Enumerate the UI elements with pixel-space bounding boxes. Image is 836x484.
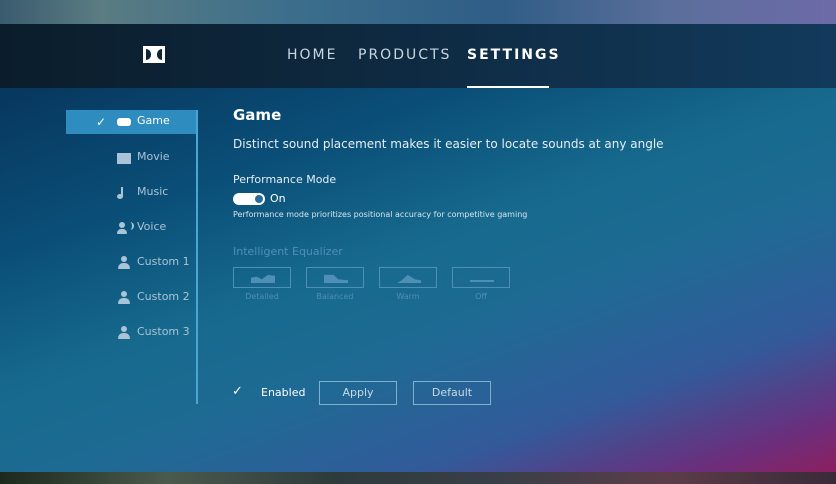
background-strip-bottom xyxy=(0,472,836,484)
toggle-state-label: On xyxy=(270,192,286,205)
eq-caption-off: Off xyxy=(475,292,487,301)
sidebar-item-custom-3[interactable]: Custom 3 xyxy=(66,321,196,345)
gamepad-icon xyxy=(117,118,131,126)
user-icon xyxy=(117,256,133,270)
eq-curve-icon xyxy=(324,274,348,283)
sidebar-item-label: Music xyxy=(137,185,169,198)
toggle-knob xyxy=(255,195,263,203)
sidebar-item-movie[interactable]: Movie xyxy=(66,146,196,170)
enabled-checkmark-icon[interactable]: ✓ xyxy=(232,384,243,399)
sidebar-item-music[interactable]: Music xyxy=(66,181,196,205)
dolby-logo-icon[interactable] xyxy=(143,46,165,63)
sidebar-item-label: Custom 2 xyxy=(137,290,190,303)
checkmark-icon: ✓ xyxy=(96,115,107,129)
eq-caption-detailed: Detailed xyxy=(245,292,279,301)
eq-option-warm[interactable] xyxy=(379,267,437,288)
eq-flat-line-icon xyxy=(470,280,494,282)
nav-settings[interactable]: SETTINGS xyxy=(467,47,561,63)
sidebar-item-custom-1[interactable]: Custom 1 xyxy=(66,251,196,275)
eq-option-off[interactable] xyxy=(452,267,510,288)
music-note-icon xyxy=(117,186,133,200)
default-button[interactable]: Default xyxy=(413,381,491,405)
apply-button[interactable]: Apply xyxy=(319,381,397,405)
eq-curve-icon xyxy=(397,274,421,283)
sidebar-divider xyxy=(196,110,198,404)
sidebar-item-label: Custom 3 xyxy=(137,325,190,338)
sidebar-item-custom-2[interactable]: Custom 2 xyxy=(66,286,196,310)
sidebar-item-label: Movie xyxy=(137,150,170,163)
performance-mode-toggle[interactable] xyxy=(233,193,265,205)
eq-option-detailed[interactable] xyxy=(233,267,291,288)
enabled-label: Enabled xyxy=(261,386,306,399)
eq-caption-warm: Warm xyxy=(396,292,420,301)
sidebar-item-game[interactable]: ✓ Game xyxy=(66,110,196,134)
film-icon xyxy=(117,153,131,164)
top-nav: HOME PRODUCTS SETTINGS xyxy=(0,24,836,88)
voice-icon xyxy=(117,221,134,235)
sidebar-item-voice[interactable]: Voice xyxy=(66,216,196,240)
user-icon xyxy=(117,326,133,340)
equalizer-label: Intelligent Equalizer xyxy=(233,245,343,258)
profile-description: Distinct sound placement makes it easier… xyxy=(233,137,664,151)
eq-caption-balanced: Balanced xyxy=(316,292,354,301)
nav-home[interactable]: HOME xyxy=(287,47,337,63)
eq-option-balanced[interactable] xyxy=(306,267,364,288)
sidebar-item-label: Game xyxy=(137,114,170,127)
eq-curve-icon xyxy=(251,274,275,283)
user-icon xyxy=(117,291,133,305)
nav-products[interactable]: PRODUCTS xyxy=(358,47,451,63)
performance-mode-label: Performance Mode xyxy=(233,173,337,186)
background-strip-top xyxy=(0,0,836,24)
sidebar-item-label: Voice xyxy=(137,220,167,233)
performance-mode-note: Performance mode prioritizes positional … xyxy=(233,210,528,219)
sidebar-item-label: Custom 1 xyxy=(137,255,190,268)
page-title: Game xyxy=(233,106,282,124)
